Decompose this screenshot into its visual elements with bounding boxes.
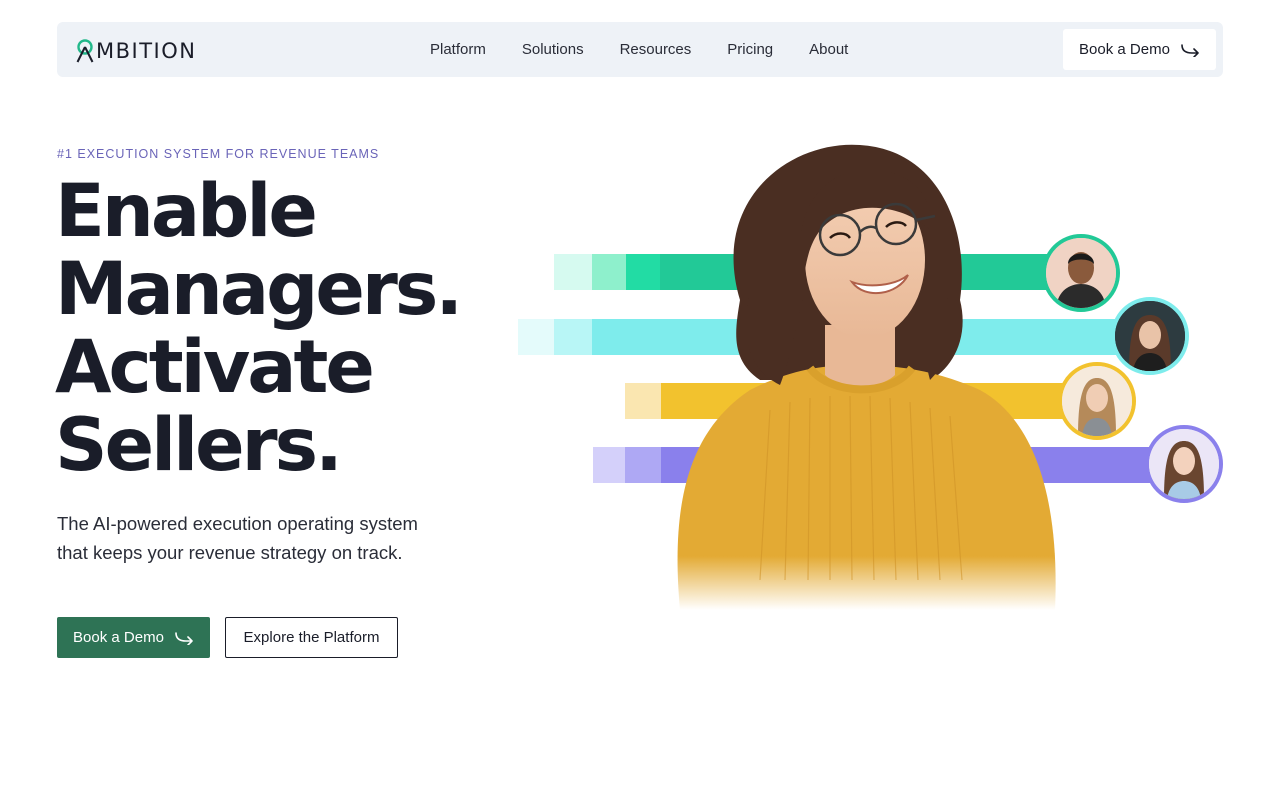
avatar-2 xyxy=(1111,297,1189,375)
avatar-4 xyxy=(1145,425,1223,503)
explore-platform-button[interactable]: Explore the Platform xyxy=(225,617,398,658)
headline-line-2: Managers. xyxy=(55,247,463,332)
nav-link-resources[interactable]: Resources xyxy=(620,41,692,58)
brand-name: MBITION xyxy=(96,39,197,63)
brand-logo[interactable]: MBITION xyxy=(75,38,196,64)
nav-link-about[interactable]: About xyxy=(809,41,848,58)
nav-book-demo-label: Book a Demo xyxy=(1079,41,1170,58)
progress-bar-purple xyxy=(593,447,1163,483)
person-avatar-icon xyxy=(1149,429,1219,499)
explore-platform-label: Explore the Platform xyxy=(243,629,380,646)
avatar-3 xyxy=(1058,362,1136,440)
headline-line-1: Enable xyxy=(55,169,318,254)
ambition-a-logo-icon xyxy=(76,39,94,63)
curved-arrow-right-icon xyxy=(175,631,193,645)
top-navigation: MBITION Platform Solutions Resources Pri… xyxy=(57,22,1223,77)
nav-link-pricing[interactable]: Pricing xyxy=(727,41,773,58)
hero-headline: Enable Managers. Activate Sellers. xyxy=(55,173,495,485)
hero-subtext: The AI-powered execution operating syste… xyxy=(57,513,418,563)
nav-link-solutions[interactable]: Solutions xyxy=(522,41,584,58)
hero-book-demo-button[interactable]: Book a Demo xyxy=(57,617,210,658)
person-avatar-icon xyxy=(1046,238,1116,308)
avatar-1 xyxy=(1042,234,1120,312)
progress-bar-yellow xyxy=(625,383,1075,419)
person-avatar-icon xyxy=(1115,301,1185,371)
nav-links: Platform Solutions Resources Pricing Abo… xyxy=(430,22,884,77)
nav-link-platform[interactable]: Platform xyxy=(430,41,486,58)
progress-bar-green xyxy=(554,254,1054,290)
progress-bar-cyan xyxy=(518,319,1128,355)
nav-book-demo-button[interactable]: Book a Demo xyxy=(1063,29,1216,70)
headline-line-4: Sellers. xyxy=(55,403,343,488)
headline-line-3: Activate xyxy=(55,325,375,410)
curved-arrow-right-icon xyxy=(1181,43,1199,57)
hero-eyebrow: #1 EXECUTION SYSTEM FOR REVENUE TEAMS xyxy=(57,147,380,161)
person-avatar-icon xyxy=(1062,366,1132,436)
hero-person-image xyxy=(677,144,1056,610)
hero-book-demo-label: Book a Demo xyxy=(73,629,164,646)
